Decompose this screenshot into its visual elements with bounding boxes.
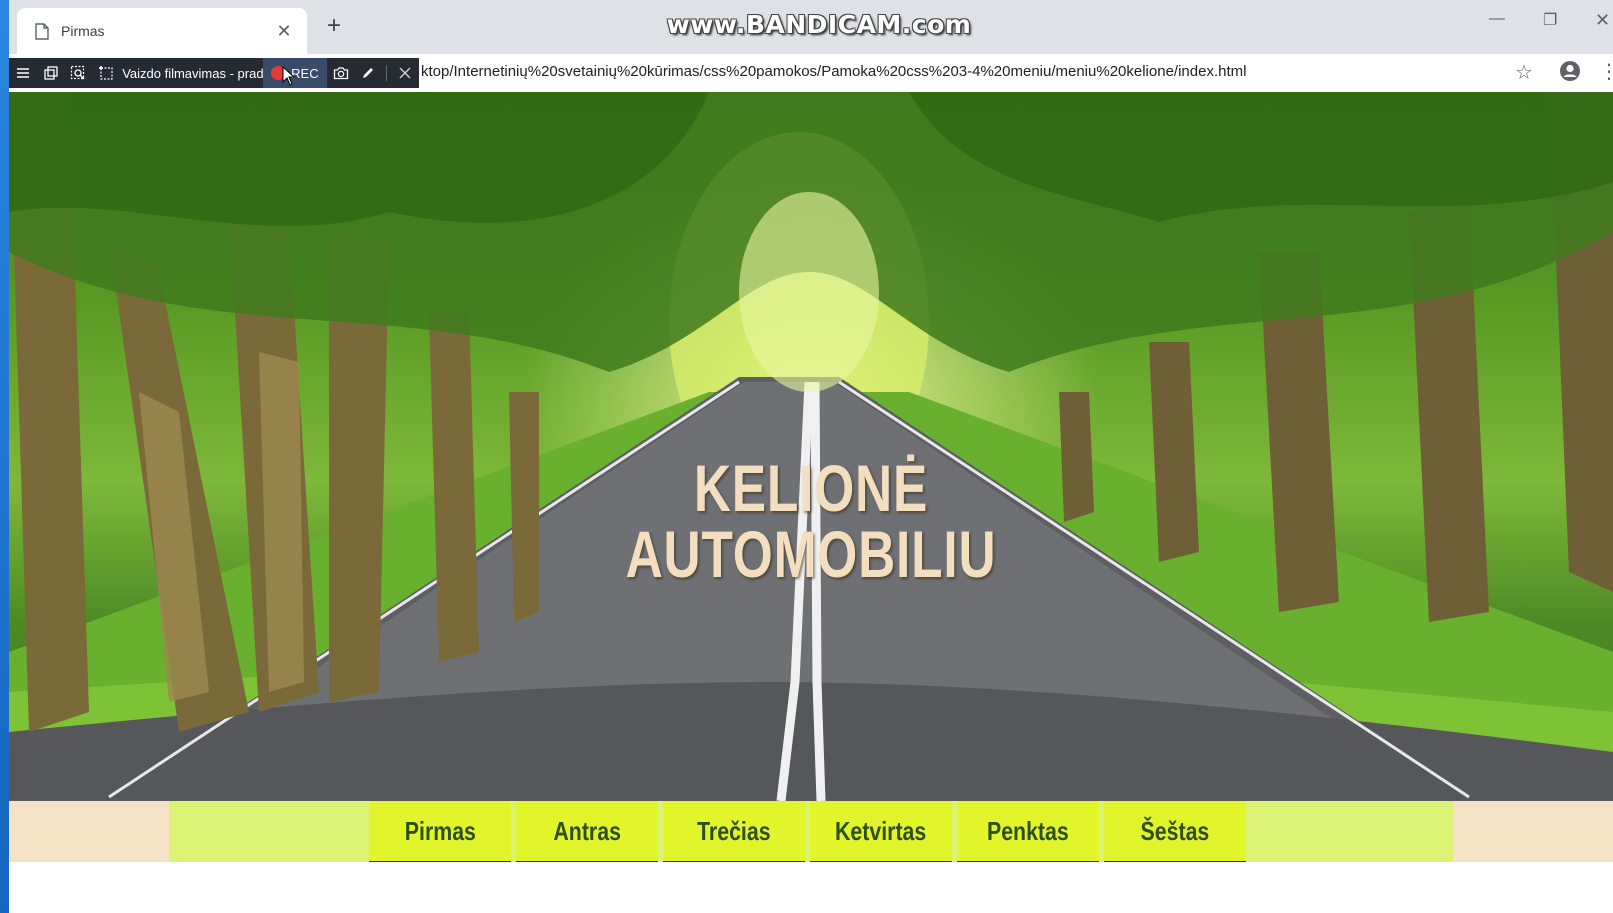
menu-item-trecias[interactable]: Trečias bbox=[663, 801, 805, 863]
page-icon bbox=[35, 22, 49, 40]
tab-pirmas[interactable]: Pirmas ✕ bbox=[17, 8, 307, 54]
toolbar-divider bbox=[386, 65, 388, 81]
recorder-watermark: www.BANDICAM.com bbox=[666, 10, 972, 39]
menu-item-pirmas[interactable]: Pirmas bbox=[369, 801, 511, 863]
menu-item-label: Ketvirtas bbox=[835, 815, 927, 846]
recording-title: Vaizdo filmavimas - prad bbox=[122, 65, 264, 81]
hamburger-icon[interactable] bbox=[9, 58, 37, 88]
restore-icon[interactable]: ❐ bbox=[1543, 10, 1557, 30]
menu-item-label: Pirmas bbox=[404, 815, 476, 846]
menu-item-label: Penktas bbox=[987, 815, 1069, 846]
hero-title-line2: AUTOMOBILIU bbox=[625, 517, 997, 591]
menu-item-ketvirtas[interactable]: Ketvirtas bbox=[810, 801, 952, 863]
bookmark-star-icon[interactable]: ☆ bbox=[1515, 60, 1533, 85]
menu-item-label: Trečias bbox=[697, 815, 771, 846]
browser-window: Pirmas ✕ + www.BANDICAM.com — ❐ ✕ ktop/I… bbox=[9, 0, 1613, 913]
pencil-icon[interactable] bbox=[354, 58, 382, 88]
tab-strip: Pirmas ✕ + www.BANDICAM.com — ❐ ✕ bbox=[9, 0, 1613, 54]
camera-icon[interactable] bbox=[327, 58, 355, 88]
new-tab-button[interactable]: + bbox=[321, 14, 347, 40]
window-close-icon[interactable]: ✕ bbox=[1595, 10, 1610, 31]
menu-item-label: Šeštas bbox=[1140, 815, 1210, 846]
minimize-icon[interactable]: — bbox=[1489, 10, 1505, 28]
menu-item-antras[interactable]: Antras bbox=[516, 801, 658, 863]
menu-item-label: Antras bbox=[553, 815, 621, 846]
tab-title: Pirmas bbox=[61, 23, 105, 39]
menu-item-penktas[interactable]: Penktas bbox=[957, 801, 1099, 863]
recording-toolbar: Vaizdo filmavimas - prad REC bbox=[9, 58, 419, 88]
recorder-close-icon[interactable] bbox=[391, 58, 419, 88]
hero-banner: KELIONĖ AUTOMOBILIU bbox=[9, 92, 1613, 801]
address-bar[interactable]: ktop/Internetinių%20svetainių%20kūrimas/… bbox=[421, 63, 1246, 80]
window-mode-icon[interactable] bbox=[37, 58, 65, 88]
hero-title-line1: KELIONĖ bbox=[693, 451, 929, 525]
zoom-region-icon[interactable] bbox=[65, 58, 93, 88]
page-body bbox=[9, 862, 1613, 913]
menu-item-sestas[interactable]: Šeštas bbox=[1104, 801, 1246, 863]
account-icon[interactable] bbox=[1559, 60, 1581, 82]
main-menu: Pirmas Antras Trečias Ketvirtas Penktas … bbox=[369, 801, 1251, 863]
nav-band: Pirmas Antras Trečias Ketvirtas Penktas … bbox=[9, 801, 1613, 863]
close-tab-icon[interactable]: ✕ bbox=[273, 20, 295, 42]
select-area-icon[interactable] bbox=[92, 58, 120, 88]
mouse-cursor-icon bbox=[282, 66, 296, 86]
road-landscape-image bbox=[9, 92, 1613, 801]
menu-kebab-icon[interactable]: ⋮ bbox=[1599, 59, 1613, 84]
